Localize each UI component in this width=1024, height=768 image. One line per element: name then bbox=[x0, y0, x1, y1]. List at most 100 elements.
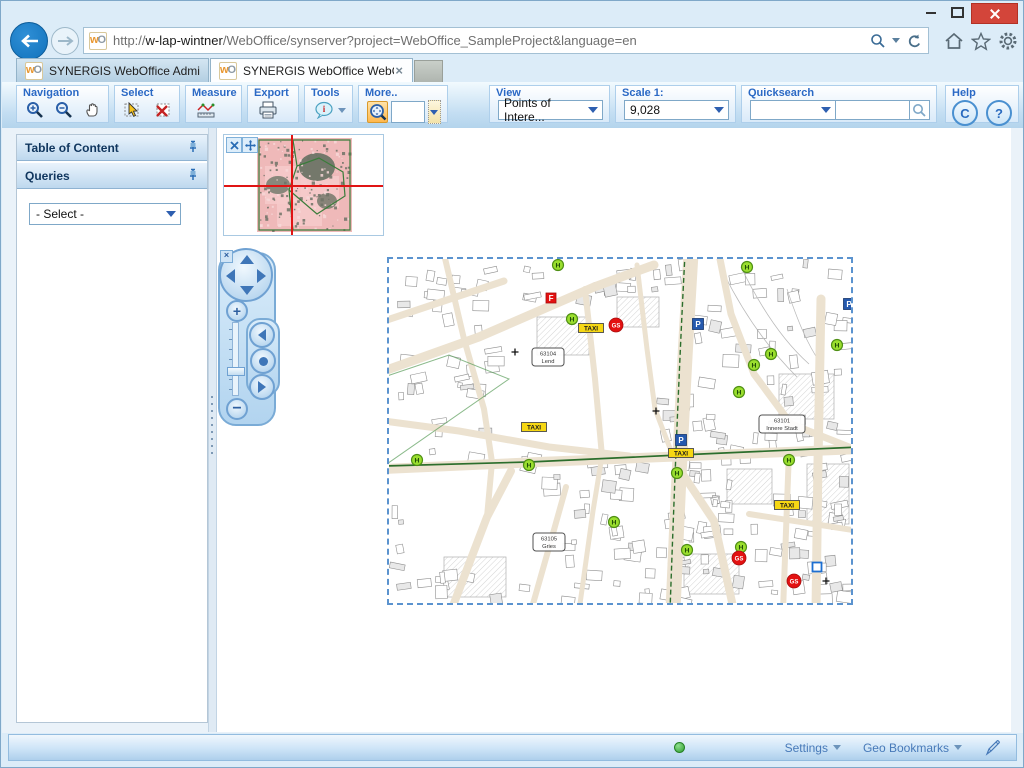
zoom-out-control[interactable]: − bbox=[226, 398, 248, 420]
map-marker-gs[interactable]: GS bbox=[609, 318, 623, 332]
view-select[interactable]: Points of Intere... bbox=[498, 100, 603, 120]
map-marker-h[interactable]: H bbox=[412, 455, 423, 466]
city-map[interactable]: 63104Lend63101Innere Stadt63105GriesHHHH… bbox=[389, 259, 851, 603]
search-icon[interactable] bbox=[870, 33, 886, 49]
map-marker-p[interactable]: P bbox=[676, 435, 687, 446]
map-marker-taxi[interactable]: TAXI bbox=[579, 324, 604, 333]
select-button[interactable] bbox=[123, 100, 143, 120]
tab-weboffice-admin[interactable]: wO SYNERGIS WebOffice Administ... bbox=[16, 58, 209, 82]
svg-text:H: H bbox=[752, 362, 757, 369]
browser-back-button[interactable] bbox=[10, 22, 48, 60]
overview-close-button[interactable] bbox=[226, 137, 242, 153]
pan-button[interactable] bbox=[83, 100, 102, 120]
map-marker-h[interactable]: H bbox=[832, 340, 843, 351]
map-marker-p[interactable]: P bbox=[693, 319, 704, 330]
url-dropdown-caret[interactable] bbox=[892, 38, 900, 43]
search-icon bbox=[912, 103, 927, 118]
zoom-in-button[interactable] bbox=[25, 100, 44, 120]
pan-left-arrow[interactable] bbox=[226, 269, 235, 283]
pan-down-arrow[interactable] bbox=[240, 286, 254, 295]
pin-icon[interactable] bbox=[187, 168, 199, 184]
geo-bookmarks-menu[interactable]: Geo Bookmarks bbox=[863, 741, 962, 755]
pan-zoom-button[interactable] bbox=[367, 101, 388, 123]
map-marker-f[interactable]: F bbox=[546, 293, 556, 303]
map-marker-taxi[interactable]: TAXI bbox=[775, 501, 800, 510]
tab2-label: SYNERGIS WebOffice WebO... bbox=[243, 64, 394, 78]
overview-move-button[interactable] bbox=[242, 137, 258, 153]
toolbar-group-measure: Measure bbox=[185, 85, 242, 123]
browser-forward-button[interactable] bbox=[51, 27, 79, 55]
window-maximize-button[interactable] bbox=[945, 3, 969, 22]
more-combo[interactable] bbox=[391, 101, 425, 123]
svg-text:Lend: Lend bbox=[542, 359, 555, 365]
tab-close-icon[interactable]: × bbox=[394, 63, 404, 78]
print-button[interactable] bbox=[256, 100, 280, 120]
tools-dropdown-caret[interactable] bbox=[338, 108, 346, 113]
home-icon bbox=[944, 32, 964, 50]
panel-table-of-content[interactable]: Table of Content bbox=[17, 135, 207, 161]
view-forward-button[interactable] bbox=[249, 374, 275, 400]
measure-button[interactable] bbox=[194, 100, 218, 120]
query-select-value: - Select - bbox=[36, 207, 84, 221]
settings-menu[interactable]: Settings bbox=[785, 741, 841, 755]
map-marker-h[interactable]: H bbox=[567, 314, 578, 325]
map-marker-h[interactable]: H bbox=[524, 460, 535, 471]
window-close-button[interactable] bbox=[971, 3, 1018, 24]
pan-right-arrow[interactable] bbox=[257, 269, 266, 283]
map-marker-taxi[interactable]: TAXI bbox=[669, 449, 694, 458]
zoom-out-button[interactable] bbox=[54, 100, 73, 120]
zoom-slider[interactable] bbox=[232, 322, 239, 396]
overview-map[interactable] bbox=[223, 134, 384, 236]
map-marker-gs[interactable]: GS bbox=[732, 551, 746, 565]
pan-up-arrow[interactable] bbox=[240, 255, 254, 264]
clear-selection-button[interactable] bbox=[153, 100, 173, 120]
tab-weboffice-client[interactable]: wO SYNERGIS WebOffice WebO... × bbox=[210, 58, 413, 82]
window-minimize-button[interactable] bbox=[919, 3, 943, 22]
map-marker-h[interactable]: H bbox=[553, 260, 564, 271]
more-combo-dropdown[interactable] bbox=[428, 100, 441, 124]
zoom-slider-handle[interactable] bbox=[227, 367, 245, 376]
map-marker-h[interactable]: H bbox=[766, 349, 777, 360]
sidebar-splitter[interactable] bbox=[208, 128, 217, 732]
refresh-icon[interactable] bbox=[906, 33, 922, 49]
svg-text:Gries: Gries bbox=[542, 544, 556, 550]
quicksearch-input[interactable] bbox=[836, 100, 910, 120]
map-marker-h[interactable]: H bbox=[682, 545, 693, 556]
weboffice-favicon: wO bbox=[89, 32, 107, 50]
map-marker-gs[interactable]: GS bbox=[787, 574, 801, 588]
scale-input[interactable]: 9,028 bbox=[624, 100, 729, 120]
measure-icon bbox=[196, 101, 216, 119]
pin-icon[interactable] bbox=[187, 140, 199, 156]
move-icon bbox=[245, 140, 256, 151]
map-marker-h[interactable]: H bbox=[742, 262, 753, 273]
info-tool-button[interactable]: i bbox=[313, 100, 334, 120]
map-marker-h[interactable]: H bbox=[749, 360, 760, 371]
map-marker-h[interactable]: H bbox=[784, 455, 795, 466]
address-bar[interactable]: wO http://w-lap-wintner/WebOffice/synser… bbox=[83, 27, 929, 54]
settings-button[interactable] bbox=[996, 29, 1020, 53]
new-tab-stub[interactable] bbox=[414, 60, 443, 84]
query-select[interactable]: - Select - bbox=[29, 203, 181, 225]
panel-queries[interactable]: Queries bbox=[17, 163, 207, 189]
copyright-button[interactable]: C bbox=[952, 100, 978, 126]
quicksearch-button[interactable] bbox=[910, 100, 930, 120]
view-full-extent-button[interactable] bbox=[250, 348, 276, 374]
map-marker-taxi[interactable]: TAXI bbox=[522, 423, 547, 432]
quicksearch-category-select[interactable] bbox=[750, 100, 836, 120]
view-back-button[interactable] bbox=[249, 322, 275, 348]
map-marker-h[interactable]: H bbox=[672, 468, 683, 479]
help-button[interactable]: ? bbox=[986, 100, 1012, 126]
map-marker-h[interactable]: H bbox=[609, 517, 620, 528]
home-button[interactable] bbox=[942, 29, 966, 53]
map-selection-frame[interactable]: 63104Lend63101Innere Stadt63105GriesHHHH… bbox=[387, 257, 853, 605]
map-marker-cross[interactable] bbox=[512, 349, 519, 356]
group-label: Measure bbox=[186, 86, 241, 99]
redlining-pencil-icon[interactable] bbox=[984, 739, 1002, 757]
map-marker-h[interactable]: H bbox=[734, 387, 745, 398]
zoom-in-control[interactable]: + bbox=[226, 300, 248, 322]
map-marker-bluebox[interactable] bbox=[813, 563, 822, 572]
nav-widget-collapse-button[interactable]: × bbox=[220, 250, 233, 263]
map-navigation-widget: + − × bbox=[218, 248, 278, 426]
map-marker-p[interactable]: P bbox=[844, 299, 852, 310]
favorites-button[interactable] bbox=[969, 29, 993, 53]
